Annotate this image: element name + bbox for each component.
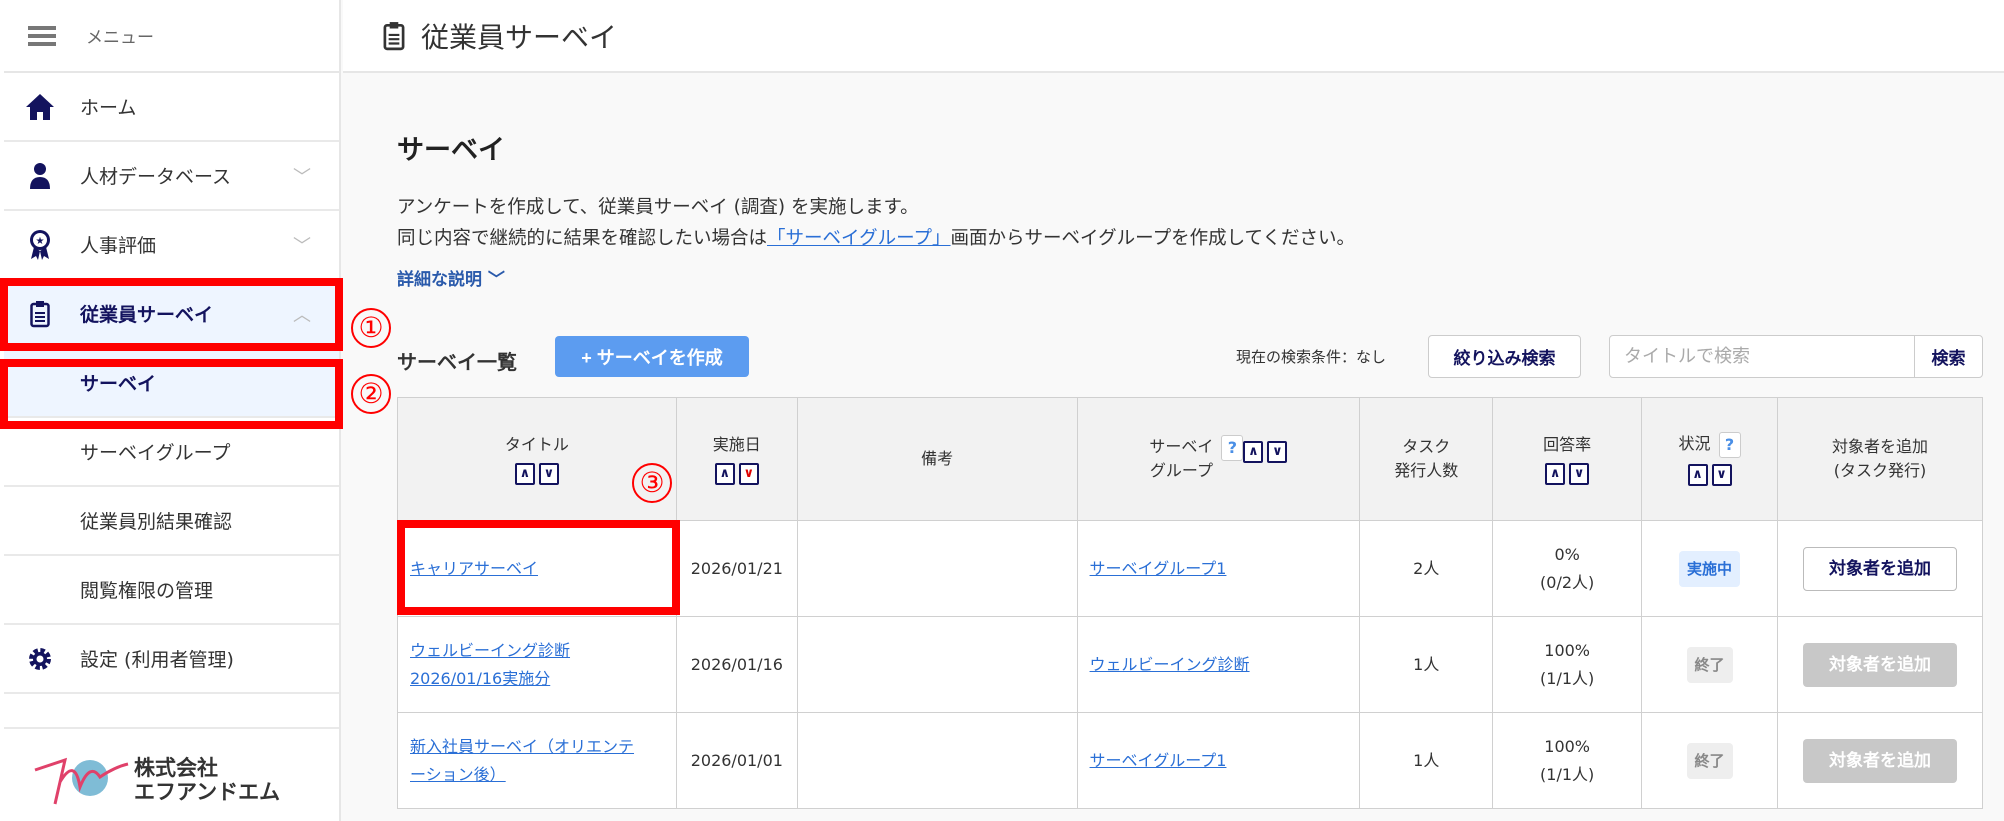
cell-title: 新入社員サーベイ（オリエンテ ーション後）	[397, 712, 677, 809]
sidebar-item-results-by-employee[interactable]: 従業員別結果確認	[4, 487, 339, 556]
help-icon[interactable]: ?	[1718, 432, 1741, 458]
cell-group: ウェルビーイング診断	[1076, 616, 1361, 713]
col-note: 備考	[796, 397, 1078, 521]
cell-date: 2026/01/16	[675, 616, 798, 713]
add-target-button: 対象者を追加	[1803, 738, 1957, 783]
sort-desc-button[interactable]: ∨	[738, 463, 759, 485]
survey-group-link[interactable]: サーベイグループ1	[1090, 559, 1227, 578]
sort-desc-button[interactable]: ∨	[1711, 464, 1732, 486]
col-task-count: タスク 発行人数	[1359, 397, 1494, 521]
cell-status: 終了	[1641, 616, 1778, 713]
cell-count: 1人	[1359, 712, 1494, 809]
sort-desc-button[interactable]: ∨	[1569, 463, 1590, 485]
cell-action: 対象者を追加	[1777, 616, 1983, 713]
sort-desc-button[interactable]: ∨	[1267, 441, 1288, 463]
search-condition: 現在の検索条件：なし	[1236, 348, 1387, 366]
company-logo: 株式会社 エフアンドエム	[30, 752, 280, 808]
col-date: 実施日 ∧ ∨	[675, 397, 798, 521]
sort-desc-button[interactable]: ∨	[538, 463, 559, 485]
details-toggle[interactable]: 詳細な説明 ﹀	[397, 265, 505, 290]
cell-count: 1人	[1359, 616, 1494, 713]
sidebar-item-talent-db[interactable]: 人材データベース ﹀	[4, 142, 339, 211]
cell-rate: 0% (0/2人)	[1492, 520, 1643, 617]
create-survey-button[interactable]: + サーベイを作成	[555, 336, 749, 377]
add-target-button[interactable]: 対象者を追加	[1803, 546, 1957, 591]
sidebar-item-evaluation[interactable]: ★ 人事評価 ﹀	[4, 211, 339, 280]
status-badge: 実施中	[1679, 550, 1741, 587]
col-title: タイトル ∧ ∨	[397, 397, 677, 521]
cell-title: ウェルビーイング診断 2026/01/16実施分	[397, 616, 677, 713]
cell-note	[796, 616, 1078, 713]
svg-text:★: ★	[36, 236, 45, 247]
sort-asc-button[interactable]: ∧	[714, 463, 735, 485]
annotation-marker-1: ①	[351, 308, 391, 348]
add-target-button: 対象者を追加	[1803, 642, 1957, 687]
home-icon	[22, 93, 58, 121]
cell-note	[796, 520, 1078, 617]
chevron-down-icon: ﹀	[487, 270, 505, 290]
cell-group: サーベイグループ1	[1076, 520, 1361, 617]
cell-rate: 100% (1/1人)	[1492, 616, 1643, 713]
cell-date: 2026/01/21	[675, 520, 798, 617]
sidebar-item-view-permissions[interactable]: 閲覧権限の管理	[4, 556, 339, 625]
annotation-box-3	[397, 520, 680, 615]
person-icon	[22, 162, 58, 190]
gear-icon	[22, 646, 58, 672]
survey-group-link[interactable]: 「サーベイグループ」	[767, 228, 951, 249]
annotation-marker-2: ②	[351, 374, 391, 414]
filter-search-button[interactable]: 絞り込み検索	[1428, 335, 1581, 378]
cell-note	[796, 712, 1078, 809]
page-header: 従業員サーベイ	[343, 0, 2004, 73]
col-rate: 回答率 ∧ ∨	[1492, 397, 1643, 521]
section-title: サーベイ	[397, 135, 505, 166]
list-title: サーベイ一覧	[397, 350, 517, 374]
table-row: 新入社員サーベイ（オリエンテ ーション後） 2026/01/01 サーベイグループ…	[397, 712, 1983, 809]
sort-asc-button[interactable]: ∧	[1545, 463, 1566, 485]
description: アンケートを作成して、従業員サーベイ (調査) を実施します。 同じ内容で継続的…	[397, 197, 1355, 249]
col-group: サーベイ グループ? ∧ ∨	[1076, 397, 1361, 521]
cell-action: 対象者を追加	[1777, 520, 1983, 617]
cell-status: 実施中	[1641, 520, 1778, 617]
search-button[interactable]: 検索	[1914, 335, 1983, 378]
survey-group-link[interactable]: サーベイグループ1	[1090, 751, 1227, 770]
col-status: 状況? ∧ ∨	[1641, 397, 1778, 521]
table-row: ウェルビーイング診断 2026/01/16実施分 2026/01/16 ウェルビー…	[397, 616, 1983, 713]
sort-asc-button[interactable]: ∧	[1243, 441, 1264, 463]
survey-title-link[interactable]: ウェルビーイング診断 2026/01/16実施分	[410, 641, 570, 688]
annotation-box-2	[0, 359, 343, 429]
sidebar-item-home[interactable]: ホーム	[4, 73, 339, 142]
status-badge: 終了	[1686, 742, 1733, 779]
chevron-down-icon: ﹀	[293, 235, 311, 257]
col-add-target: 対象者を追加 (タスク発行)	[1777, 397, 1983, 521]
help-icon[interactable]: ?	[1221, 435, 1244, 461]
menu-label: メニュー	[86, 28, 154, 48]
cell-date: 2026/01/01	[675, 712, 798, 809]
cell-rate: 100% (1/1人)	[1492, 712, 1643, 809]
clipboard-icon	[383, 21, 405, 50]
hamburger-icon	[28, 25, 56, 46]
sidebar-item-settings[interactable]: 設定 (利用者管理)	[4, 625, 339, 694]
annotation-box-1	[0, 278, 343, 351]
status-badge: 終了	[1686, 646, 1733, 683]
menu-toggle[interactable]: メニュー	[4, 0, 339, 73]
cell-action: 対象者を追加	[1777, 712, 1983, 809]
cell-group: サーベイグループ1	[1076, 712, 1361, 809]
page-title: 従業員サーベイ	[421, 20, 618, 54]
title-search-input[interactable]	[1609, 335, 1915, 378]
annotation-marker-3: ③	[632, 463, 672, 503]
cell-count: 2人	[1359, 520, 1494, 617]
survey-title-link[interactable]: 新入社員サーベイ（オリエンテ ーション後）	[410, 737, 634, 784]
survey-group-link[interactable]: ウェルビーイング診断	[1090, 655, 1250, 674]
sort-asc-button[interactable]: ∧	[514, 463, 535, 485]
chevron-down-icon: ﹀	[293, 166, 311, 188]
sort-asc-button[interactable]: ∧	[1687, 464, 1708, 486]
award-icon: ★	[22, 229, 58, 261]
cell-status: 終了	[1641, 712, 1778, 809]
